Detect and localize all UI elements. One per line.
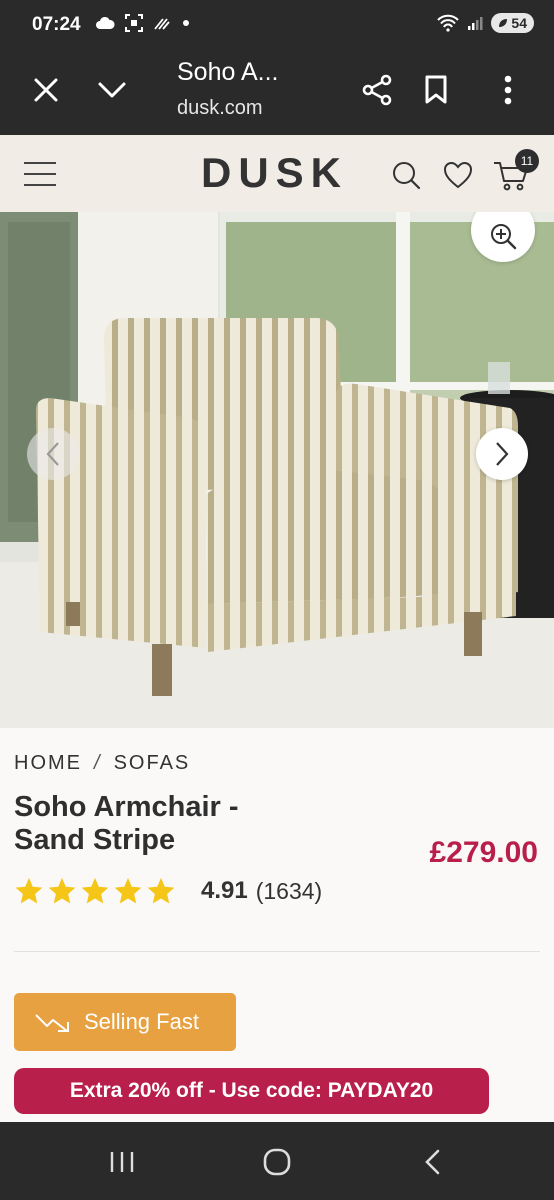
zoom-in-icon bbox=[491, 224, 517, 250]
star-icon bbox=[114, 877, 142, 904]
breadcrumb: HOME / SOFAS bbox=[14, 752, 190, 775]
divider bbox=[14, 951, 540, 952]
system-nav-bar bbox=[0, 1122, 554, 1200]
product-title: Soho Armchair - Sand Stripe bbox=[14, 791, 314, 857]
product-title-line1: Soho Armchair - bbox=[14, 791, 239, 823]
chevron-left-icon bbox=[46, 442, 59, 466]
page-title[interactable]: Soho A... bbox=[177, 58, 278, 87]
no-signal-icon bbox=[154, 18, 170, 30]
rating-value: 4.91 bbox=[201, 877, 248, 904]
page-url[interactable]: dusk.com bbox=[177, 97, 263, 120]
status-time: 07:24 bbox=[32, 14, 81, 35]
search-icon[interactable] bbox=[388, 157, 424, 193]
cloud-icon bbox=[96, 16, 115, 29]
breadcrumb-separator: / bbox=[94, 752, 102, 774]
back-icon[interactable] bbox=[412, 1142, 452, 1182]
battery-level: 54 bbox=[511, 15, 527, 31]
battery-icon: 54 bbox=[491, 13, 534, 33]
recent-apps-icon[interactable] bbox=[102, 1142, 142, 1182]
product-image[interactable] bbox=[0, 212, 554, 728]
more-vert-icon[interactable] bbox=[488, 70, 528, 110]
screenshot-icon bbox=[125, 14, 143, 32]
star-icon bbox=[48, 877, 76, 904]
bookmark-icon[interactable] bbox=[416, 70, 456, 110]
signal-icon bbox=[468, 17, 483, 30]
status-icons-right: 54 bbox=[437, 13, 534, 33]
product-price: £279.00 bbox=[429, 836, 538, 869]
status-icons-left bbox=[95, 14, 191, 32]
dot-icon bbox=[183, 20, 189, 26]
star-icon bbox=[15, 877, 43, 904]
cart-icon[interactable]: 11 bbox=[492, 149, 539, 193]
armchair-photo bbox=[0, 212, 554, 728]
chevron-down-icon[interactable] bbox=[92, 70, 132, 110]
carousel-prev-button[interactable] bbox=[27, 428, 79, 480]
promo-banner[interactable]: Extra 20% off - Use code: PAYDAY20 bbox=[14, 1068, 489, 1114]
breadcrumb-sofas[interactable]: SOFAS bbox=[114, 752, 191, 775]
selling-fast-badge: Selling Fast bbox=[14, 993, 236, 1051]
wifi-icon bbox=[437, 14, 460, 32]
share-icon[interactable] bbox=[357, 70, 397, 110]
product-info: HOME / SOFAS Soho Armchair - Sand Stripe… bbox=[0, 728, 554, 1122]
menu-icon[interactable] bbox=[22, 156, 58, 192]
close-icon[interactable] bbox=[26, 70, 66, 110]
site-header: DUSK 11 bbox=[0, 135, 554, 212]
star-icon bbox=[81, 877, 109, 904]
selling-fast-label: Selling Fast bbox=[84, 1009, 199, 1034]
status-bar: 07:24 54 bbox=[0, 0, 554, 50]
trending-down-icon bbox=[35, 1014, 69, 1032]
star-icon bbox=[147, 877, 175, 904]
chevron-right-icon bbox=[496, 442, 509, 466]
rating-count[interactable]: (1634) bbox=[256, 878, 322, 905]
rating-row[interactable]: 4.91 (1634) bbox=[14, 876, 322, 906]
browser-toolbar: Soho A... dusk.com bbox=[0, 50, 554, 135]
heart-icon[interactable] bbox=[440, 157, 476, 193]
product-title-line2: Sand Stripe bbox=[14, 824, 176, 856]
cart-count-badge: 11 bbox=[515, 149, 539, 173]
home-icon[interactable] bbox=[257, 1142, 297, 1182]
carousel-next-button[interactable] bbox=[476, 428, 528, 480]
site-logo[interactable]: DUSK bbox=[201, 149, 348, 197]
breadcrumb-home[interactable]: HOME bbox=[14, 752, 82, 775]
